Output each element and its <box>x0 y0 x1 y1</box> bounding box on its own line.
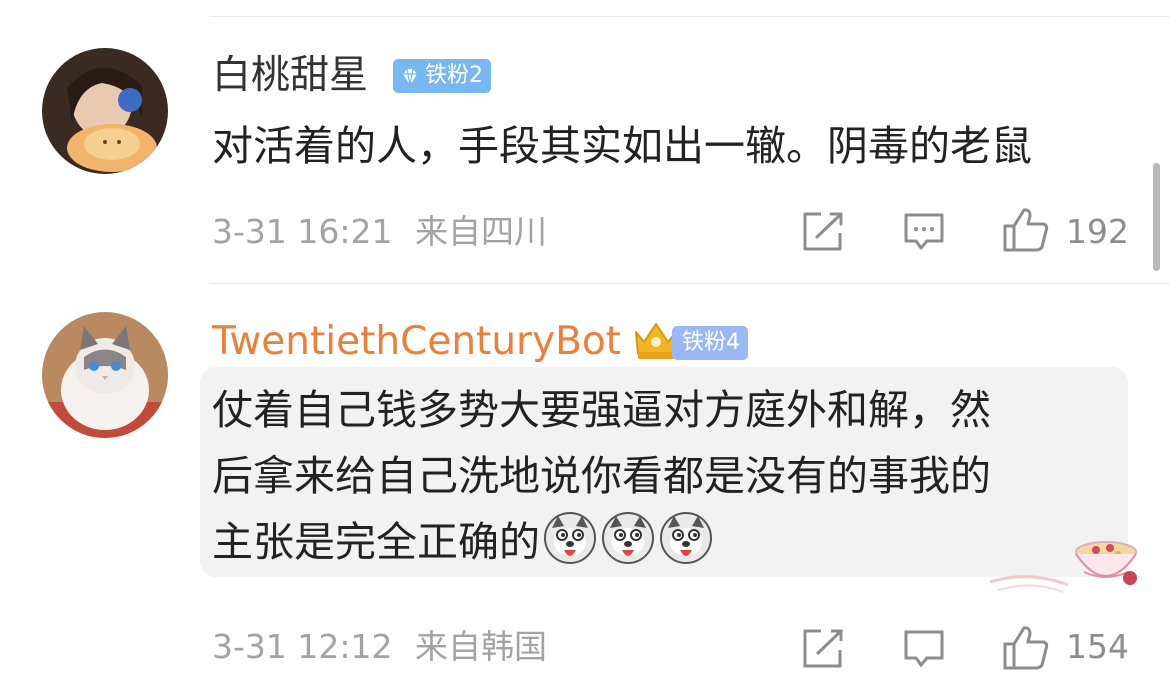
like-icon[interactable] <box>1002 624 1050 676</box>
fan-badge[interactable]: 铁粉2 <box>393 59 491 93</box>
top-divider <box>210 16 1170 17</box>
comment-text-line-3: 主张是完全正确的 <box>212 510 714 574</box>
comment-text: 主张是完全正确的 <box>212 518 540 566</box>
avatar[interactable] <box>42 48 168 174</box>
badge-label: 铁粉2 <box>425 63 483 88</box>
doge-icon <box>542 510 598 566</box>
timestamp: 3-31 12:12 <box>212 627 393 666</box>
username[interactable]: TwentiethCenturyBot <box>212 318 621 366</box>
comment-divider <box>210 283 1170 284</box>
like-count: 192 <box>1066 212 1129 251</box>
location: 来自四川 <box>415 212 547 251</box>
scrollbar[interactable] <box>1153 163 1160 271</box>
comment-text-line-1: 仗着自己钱多势大要强逼对方庭外和解，然 <box>212 386 991 434</box>
timestamp: 3-31 16:21 <box>212 212 393 251</box>
location: 来自韩国 <box>415 627 547 666</box>
avatar[interactable] <box>42 312 168 438</box>
badge-label: 铁粉4 <box>682 330 740 355</box>
diamond-icon <box>399 65 421 87</box>
share-icon[interactable] <box>801 628 845 674</box>
like-count: 154 <box>1066 627 1129 666</box>
comment-text-line-2: 后拿来给自己洗地说你看都是没有的事我的 <box>212 452 991 500</box>
username[interactable]: 白桃甜星 <box>212 52 368 100</box>
comment-text: 对活着的人，手段其实如出一辙。阴毒的老鼠 <box>212 122 1032 170</box>
comment-icon[interactable] <box>903 628 945 674</box>
share-icon[interactable] <box>801 211 845 257</box>
like-icon[interactable] <box>1002 206 1050 258</box>
doge-icon <box>658 510 714 566</box>
fan-badge[interactable]: 铁粉4 <box>672 326 748 360</box>
comment-meta: 3-31 12:12 来自韩国 <box>212 627 547 667</box>
bowl-sticker-icon <box>988 530 1148 609</box>
comment-icon[interactable] <box>903 211 945 257</box>
comment-meta: 3-31 16:21 来自四川 <box>212 212 547 252</box>
doge-icon <box>600 510 656 566</box>
